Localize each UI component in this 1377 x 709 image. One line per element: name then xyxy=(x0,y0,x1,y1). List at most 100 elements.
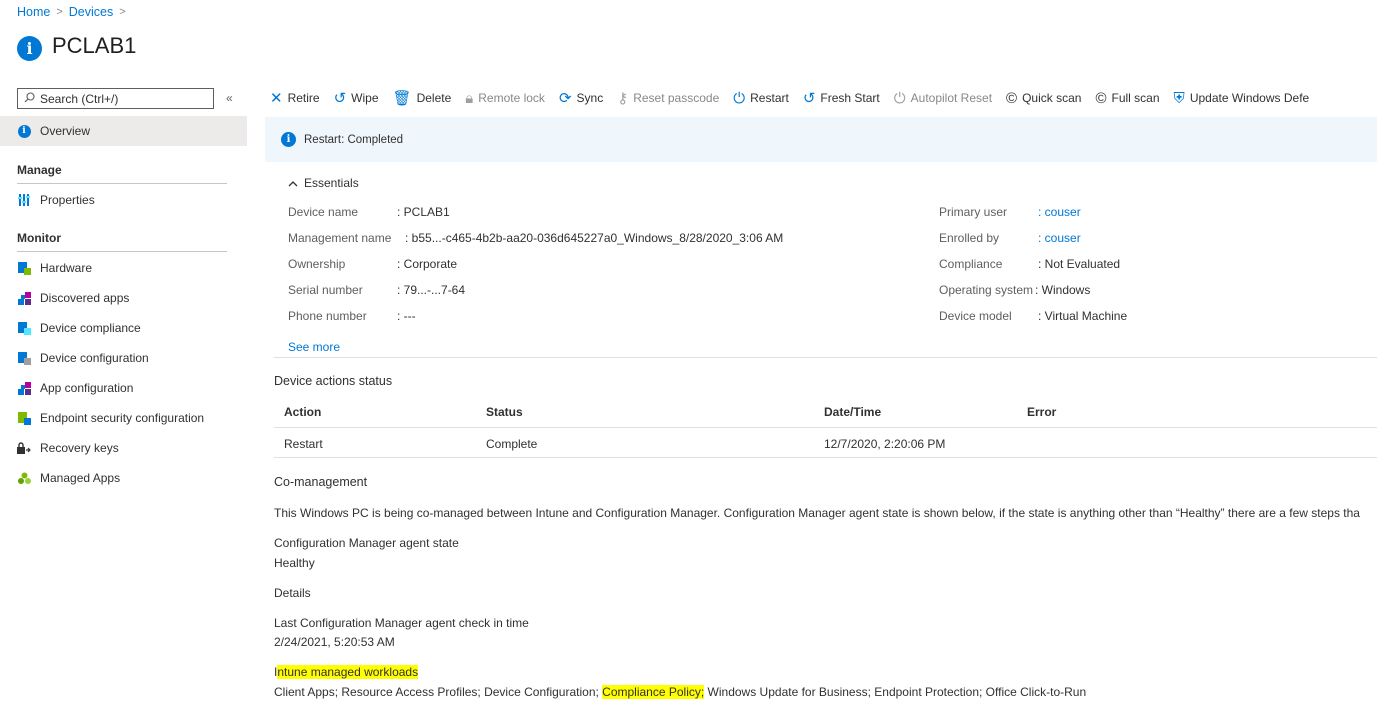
essentials-operating-system: Operating system: Windows xyxy=(939,283,1090,297)
scan-icon: © xyxy=(1006,89,1018,107)
search-input[interactable]: Search (Ctrl+/) xyxy=(17,88,214,109)
field-value: : --- xyxy=(397,309,416,323)
sidebar-section-monitor: Monitor xyxy=(17,231,227,252)
table-header-divider xyxy=(274,427,1377,428)
sidebar-item-device-compliance[interactable]: Device compliance xyxy=(0,313,247,343)
restart-button[interactable]: ⏻ Restart xyxy=(733,91,789,106)
sidebar-item-hardware[interactable]: Hardware xyxy=(0,253,247,283)
essentials-primary-user: Primary user : couser xyxy=(939,205,1081,219)
comanagement-title: Co-management xyxy=(274,475,368,489)
sidebar-item-app-configuration[interactable]: App configuration xyxy=(0,373,247,403)
agent-state-label: Configuration Manager agent state xyxy=(274,536,459,550)
close-icon: ✕ xyxy=(270,89,283,107)
sidebar-item-discovered-apps[interactable]: Discovered apps xyxy=(0,283,247,313)
primary-user-link[interactable]: : couser xyxy=(1038,205,1081,219)
power-icon: ⏻ xyxy=(893,89,906,107)
cell-action: Restart xyxy=(284,437,323,451)
update-defender-button[interactable]: ⛨ Update Windows Defe xyxy=(1174,91,1310,106)
fresh-start-icon: ↺ xyxy=(802,89,816,107)
remote-lock-button[interactable]: 🔒︎ Remote lock xyxy=(465,91,545,106)
page-title: PCLAB1 xyxy=(52,32,137,58)
info-icon: i xyxy=(17,36,42,61)
command-bar: ✕ Retire ↺ Wipe 🗑 Delete 🔒︎ Remote lock ⟳ Syn… xyxy=(270,88,1323,108)
essentials-enrolled-by: Enrolled by : couser xyxy=(939,231,1081,245)
field-label: Enrolled by xyxy=(939,231,1000,245)
endpoint-security-icon xyxy=(17,411,31,425)
sidebar-item-recovery-keys[interactable]: Recovery keys xyxy=(0,433,247,463)
full-scan-button[interactable]: © Full scan xyxy=(1095,91,1159,106)
workloads-highlight: Compliance Policy; xyxy=(602,685,705,699)
info-icon: i xyxy=(17,124,31,138)
remote-lock-label: Remote lock xyxy=(478,91,545,105)
wipe-button[interactable]: ↺ Wipe xyxy=(334,91,379,106)
autopilot-reset-button[interactable]: ⏻ Autopilot Reset xyxy=(894,91,992,106)
fresh-start-button[interactable]: ↺ Fresh Start xyxy=(803,91,880,106)
workloads-label: Intune managed workloads xyxy=(274,665,419,679)
breadcrumb-devices[interactable]: Devices xyxy=(69,5,113,19)
sync-icon: ⟳ xyxy=(558,89,572,107)
breadcrumb-home[interactable]: Home xyxy=(17,5,50,19)
field-value: : 79...-...7-64 xyxy=(397,283,466,297)
field-value: : b55...-c465-4b2b-aa20-036d645227a0_Win… xyxy=(405,231,784,245)
quick-scan-button[interactable]: © Quick scan xyxy=(1006,91,1081,106)
sidebar-item-overview[interactable]: i Overview xyxy=(0,116,247,146)
hardware-icon xyxy=(17,261,31,275)
search-placeholder: Search (Ctrl+/) xyxy=(40,91,119,106)
app-config-icon xyxy=(17,381,31,395)
device-actions-title: Device actions status xyxy=(274,374,393,388)
table-row-divider xyxy=(274,457,1377,458)
retire-label: Retire xyxy=(287,91,320,105)
sidebar-item-label: Recovery keys xyxy=(40,441,119,455)
fresh-start-label: Fresh Start xyxy=(820,91,880,105)
field-value: : PCLAB1 xyxy=(397,205,450,219)
essentials-header: Essentials xyxy=(304,176,359,190)
sidebar-item-managed-apps[interactable]: Managed Apps xyxy=(0,463,247,493)
collapse-sidebar-button[interactable]: « xyxy=(226,91,233,105)
essentials-ownership: Ownership: Corporate xyxy=(288,257,457,271)
field-value: : Windows xyxy=(1035,283,1091,297)
essentials-serial-number: Serial number : 79...-...7-64 xyxy=(288,283,465,297)
managed-apps-icon xyxy=(17,471,31,485)
retire-button[interactable]: ✕ Retire xyxy=(270,91,320,106)
workloads-text: Windows Update for Business; Endpoint Pr… xyxy=(704,685,1087,699)
essentials-device-name: Device name : PCLAB1 xyxy=(288,205,450,219)
lock-icon: 🔒︎ xyxy=(465,89,474,107)
reset-passcode-button[interactable]: ⚷ Reset passcode xyxy=(617,91,719,106)
info-icon: i xyxy=(281,132,296,147)
sidebar-item-device-configuration[interactable]: Device configuration xyxy=(0,343,247,373)
properties-icon xyxy=(17,193,31,207)
essentials-device-model: Device model: Virtual Machine xyxy=(939,309,1127,323)
apps-icon xyxy=(17,291,31,305)
full-scan-label: Full scan xyxy=(1111,91,1160,105)
cell-status: Complete xyxy=(486,437,538,451)
details-label: Details xyxy=(274,586,311,600)
checkin-value: 2/24/2021, 5:20:53 AM xyxy=(274,635,395,649)
shield-update-icon: ⛨ xyxy=(1173,89,1185,107)
breadcrumb-separator: > xyxy=(119,6,126,18)
field-label: Device name xyxy=(288,205,359,219)
essentials-toggle[interactable]: Essentials xyxy=(288,176,359,190)
sidebar-item-label: Device compliance xyxy=(40,321,141,335)
field-label: Compliance xyxy=(939,257,1003,271)
power-icon: ⏻ xyxy=(733,89,746,107)
sidebar-item-label: Endpoint security configuration xyxy=(40,411,205,425)
breadcrumb-separator: > xyxy=(56,6,63,18)
chevron-up-icon xyxy=(288,176,298,190)
enrolled-by-link[interactable]: : couser xyxy=(1038,231,1081,245)
sync-label: Sync xyxy=(576,91,604,105)
delete-label: Delete xyxy=(416,91,452,105)
field-label: Serial number xyxy=(288,283,363,297)
field-label: Primary user xyxy=(939,205,1008,219)
see-more-link[interactable]: See more xyxy=(288,340,340,354)
sidebar-item-endpoint-security[interactable]: Endpoint security configuration xyxy=(0,403,247,433)
restart-label: Restart xyxy=(750,91,789,105)
column-header-datetime: Date/Time xyxy=(824,405,882,419)
delete-button[interactable]: 🗑 Delete xyxy=(393,91,452,106)
sidebar-item-label: Properties xyxy=(40,193,95,207)
autopilot-reset-label: Autopilot Reset xyxy=(910,91,993,105)
breadcrumb: Home > Devices > xyxy=(17,5,126,19)
sync-button[interactable]: ⟳ Sync xyxy=(559,91,603,106)
sidebar-item-properties[interactable]: Properties xyxy=(0,185,247,215)
divider xyxy=(274,357,1377,358)
sidebar-section-manage: Manage xyxy=(17,163,227,184)
